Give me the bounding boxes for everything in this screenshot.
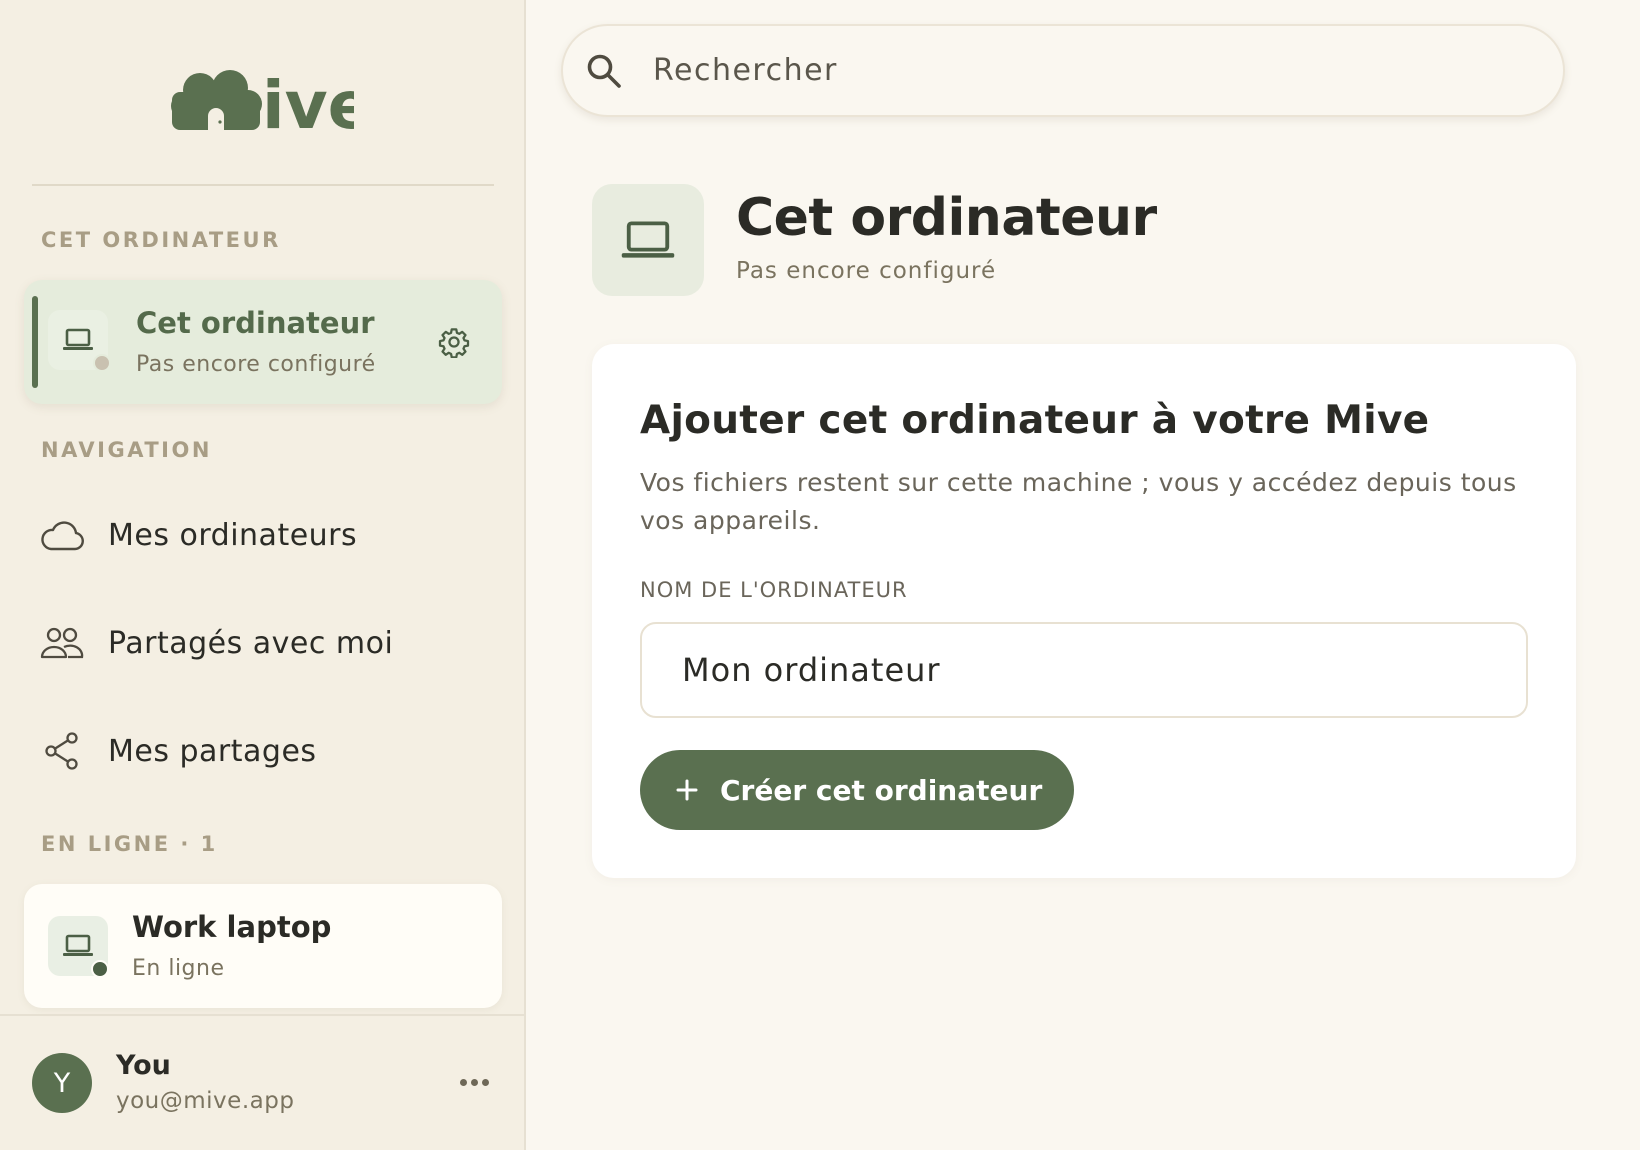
computer-name-field[interactable] (640, 622, 1528, 718)
avatar[interactable]: Y (32, 1053, 92, 1113)
device-status: En ligne (132, 956, 225, 981)
footer-divider (0, 1014, 524, 1016)
nav-label: Mes ordinateurs (108, 517, 358, 553)
user-name: You (116, 1050, 171, 1081)
page-subtitle: Pas encore configuré (736, 258, 997, 284)
plus-icon (676, 779, 698, 801)
logo-divider (32, 184, 494, 186)
share-icon (38, 731, 86, 771)
search-icon (583, 50, 625, 92)
gear-icon[interactable] (436, 324, 472, 360)
laptop-icon (592, 184, 704, 296)
section-label-online: EN LIGNE · 1 (41, 832, 218, 856)
this-computer-status: Pas encore configuré (136, 352, 376, 377)
create-computer-button[interactable]: Créer cet ordinateur (640, 750, 1075, 830)
this-computer-item[interactable]: Cet ordinateur Pas encore configuré (24, 280, 502, 404)
nav-item-my-shares[interactable]: Mes partages (38, 716, 498, 786)
setup-panel: Ajouter cet ordinateur à votre Mive Vos … (592, 344, 1576, 878)
search-input[interactable] (651, 52, 1455, 89)
panel-title: Ajouter cet ordinateur à votre Mive (640, 398, 1430, 443)
nav-label: Partagés avec moi (108, 625, 394, 661)
online-device-work-laptop[interactable]: Work laptop En ligne (24, 884, 502, 1008)
panel-description: Vos fichiers restent sur cette machine ;… (640, 468, 1517, 535)
page-title: Cet ordinateur (736, 188, 1157, 248)
status-dot-offline (93, 354, 111, 372)
mive-logo[interactable]: ive (0, 66, 524, 134)
section-label-navigation: NAVIGATION (41, 438, 212, 462)
users-icon (38, 623, 86, 663)
this-computer-name: Cet ordinateur (136, 306, 375, 340)
nav-item-my-computers[interactable]: Mes ordinateurs (38, 500, 498, 570)
sidebar: ive CET ORDINATEUR Cet ordinateur Pas en… (0, 0, 526, 1150)
device-name: Work laptop (132, 910, 332, 944)
svg-text:ive: ive (262, 67, 354, 130)
status-dot-online (91, 960, 109, 978)
nav-label: Mes partages (108, 733, 317, 769)
nav-item-shared-with-me[interactable]: Partagés avec moi (38, 608, 498, 678)
section-label-this-computer: CET ORDINATEUR (41, 228, 281, 252)
field-label: NOM DE L'ORDINATEUR (640, 578, 908, 602)
more-options-icon[interactable] (450, 1066, 498, 1098)
active-indicator (32, 296, 38, 388)
search-bar[interactable] (561, 24, 1565, 117)
computer-name-input[interactable] (680, 650, 1484, 690)
create-button-label: Créer cet ordinateur (720, 773, 1043, 807)
cloud-icon (38, 515, 86, 555)
user-email: you@mive.app (116, 1088, 295, 1114)
